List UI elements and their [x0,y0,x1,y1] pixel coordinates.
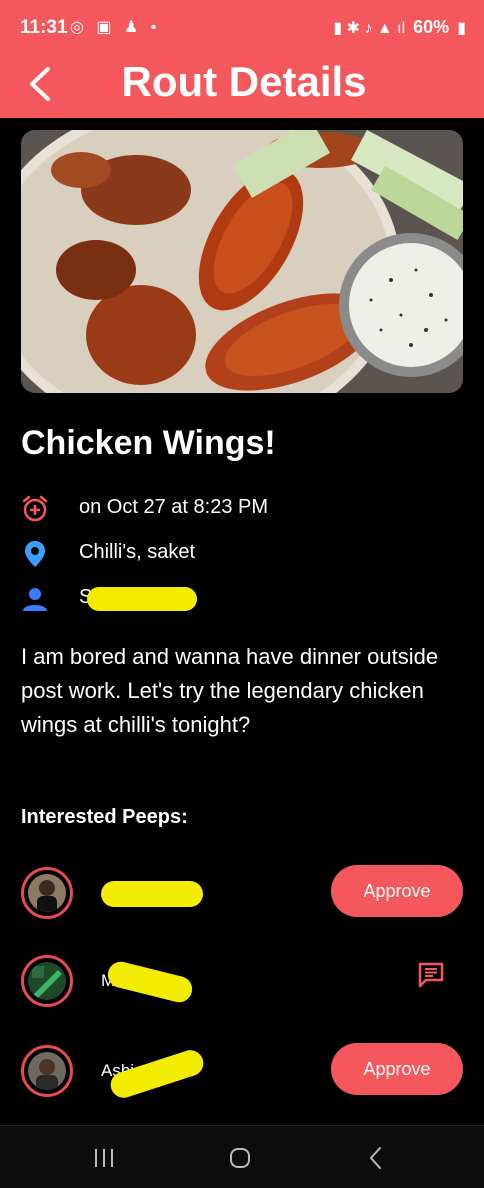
peep-row: M. [21,953,463,1009]
interested-label: Interested Peeps: [21,806,188,828]
recent-apps-icon [95,1149,113,1167]
redaction-mark [107,1046,207,1102]
event-description: I am bored and wanna have dinner outside… [21,644,439,737]
status-bar: 11:31 ◎ ▣ ♟ • ▮ ✱ ♪ ▲ ıl 60% ▮ [0,0,484,54]
event-location-row: Chilli's, saket [21,537,461,571]
avatar[interactable] [21,867,73,919]
redaction-mark [101,881,203,907]
event-location: Chilli's, saket [79,541,196,563]
peep-row: Ashi Approve [21,1043,463,1102]
event-host-row: Sa [21,582,461,616]
recent-apps-button[interactable] [84,1142,124,1174]
home-icon [230,1148,250,1168]
system-nav-bar [0,1125,484,1188]
event-title: Chicken Wings! [21,424,276,462]
status-right: ▮ ✱ ♪ ▲ ıl 60% ▮ [333,17,466,38]
redaction-mark [105,958,195,1006]
location-pin-icon [21,540,49,568]
person-icon [21,585,49,613]
home-button[interactable] [220,1142,260,1174]
battery-level: 60% [413,17,450,37]
nav-back-button[interactable] [356,1142,396,1174]
event-image [21,130,463,393]
alarm-icon [21,495,49,523]
battery-icon: ▮ [457,19,466,37]
event-datetime: on Oct 27 at 8:23 PM [79,496,268,518]
redaction-mark [87,587,197,611]
signal-icons: ▮ ✱ ♪ ▲ ıl [333,19,406,37]
peep-row: gh Approve [21,865,463,921]
approve-button[interactable]: Approve [331,1043,463,1095]
avatar[interactable] [21,1045,73,1097]
app-bar: Rout Details [0,54,484,118]
approve-button[interactable]: Approve [331,865,463,917]
notification-icons: ◎ ▣ ♟ • [70,19,161,36]
chat-icon [418,962,444,988]
page-title: Rout Details [121,58,367,105]
chat-button[interactable] [415,959,447,991]
status-time: 11:31 [20,17,68,38]
avatar[interactable] [21,955,73,1007]
nav-back-icon [370,1147,381,1169]
event-datetime-row: on Oct 27 at 8:23 PM [21,492,461,526]
